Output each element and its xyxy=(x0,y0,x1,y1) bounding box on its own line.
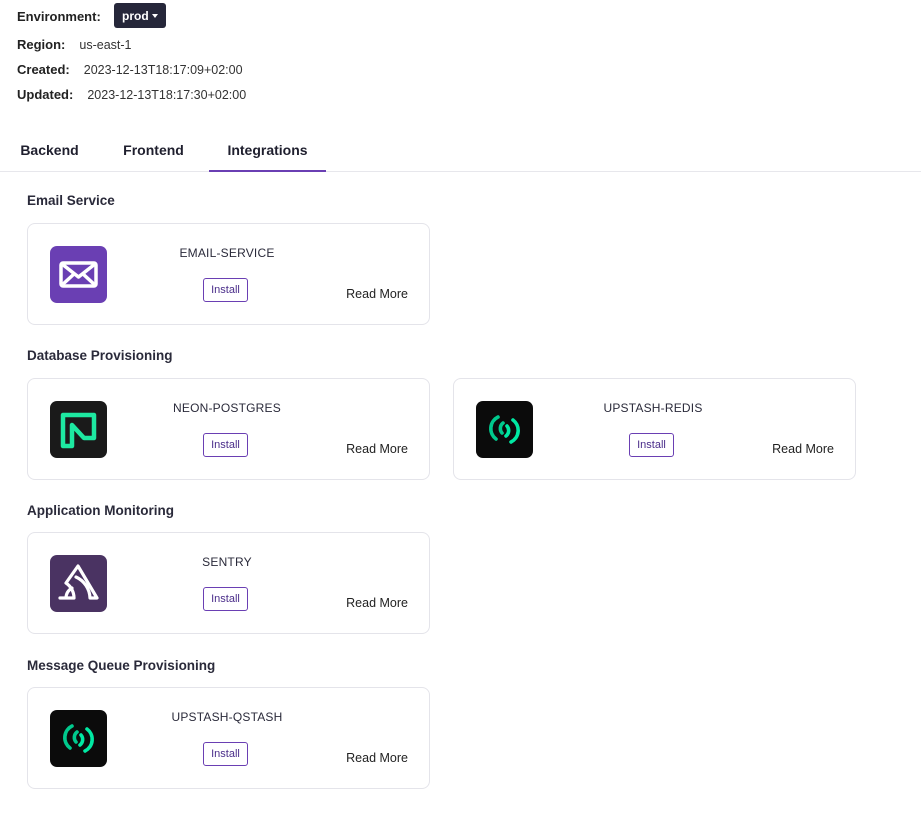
created-value: 2023-12-13T18:17:09+02:00 xyxy=(83,62,243,77)
integration-card-upstash-redis: UPSTASH-REDIS Install Read More xyxy=(453,378,856,480)
updated-value: 2023-12-13T18:17:30+02:00 xyxy=(87,87,247,102)
region-label: Region: xyxy=(17,37,66,52)
updated-label: Updated: xyxy=(17,87,74,102)
tab-backend[interactable]: Backend xyxy=(10,134,89,171)
read-more-link[interactable]: Read More xyxy=(346,751,408,765)
updated-row: Updated: 2023-12-13T18:17:30+02:00 xyxy=(17,87,246,102)
tab-bar: Backend Frontend Integrations xyxy=(0,134,921,172)
envelope-icon xyxy=(50,246,107,303)
integration-name: NEON-POSTGRES xyxy=(173,401,281,415)
environment-label: Environment: xyxy=(17,9,101,24)
environment-value: prod xyxy=(122,8,149,23)
integration-card-upstash-qstash: UPSTASH-QSTASH Install Read More xyxy=(27,687,430,789)
read-more-link[interactable]: Read More xyxy=(346,442,408,456)
integration-name: EMAIL-SERVICE xyxy=(179,246,275,260)
tab-frontend[interactable]: Frontend xyxy=(114,134,193,171)
integration-name: UPSTASH-QSTASH xyxy=(171,710,283,724)
read-more-link[interactable]: Read More xyxy=(772,442,834,456)
install-button[interactable]: Install xyxy=(203,587,248,611)
integration-name: SENTRY xyxy=(202,555,252,569)
section-title-email-service: Email Service xyxy=(27,193,115,208)
section-title-message-queue-provisioning: Message Queue Provisioning xyxy=(27,658,216,673)
environment-row: Environment: xyxy=(17,9,101,24)
integration-card-neon-postgres: NEON-POSTGRES Install Read More xyxy=(27,378,430,480)
section-title-application-monitoring: Application Monitoring xyxy=(27,503,174,518)
integration-card-email-service: EMAIL-SERVICE Install Read More xyxy=(27,223,430,325)
created-row: Created: 2023-12-13T18:17:09+02:00 xyxy=(17,62,243,77)
install-button[interactable]: Install xyxy=(203,742,248,766)
region-value: us-east-1 xyxy=(79,37,132,52)
upstash-logo-icon xyxy=(476,401,533,458)
read-more-link[interactable]: Read More xyxy=(346,596,408,610)
region-row: Region: us-east-1 xyxy=(17,37,132,52)
neon-logo-icon xyxy=(50,401,107,458)
install-button[interactable]: Install xyxy=(203,433,248,457)
upstash-logo-icon xyxy=(50,710,107,767)
created-label: Created: xyxy=(17,62,70,77)
install-button[interactable]: Install xyxy=(203,278,248,302)
integration-card-sentry: SENTRY Install Read More xyxy=(27,532,430,634)
tab-integrations[interactable]: Integrations xyxy=(209,134,326,172)
environment-dropdown[interactable]: prod xyxy=(114,3,166,28)
integration-name: UPSTASH-REDIS xyxy=(603,401,703,415)
install-button[interactable]: Install xyxy=(629,433,674,457)
read-more-link[interactable]: Read More xyxy=(346,287,408,301)
sentry-logo-icon xyxy=(50,555,107,612)
caret-down-icon xyxy=(151,14,158,18)
section-title-database-provisioning: Database Provisioning xyxy=(27,348,173,363)
